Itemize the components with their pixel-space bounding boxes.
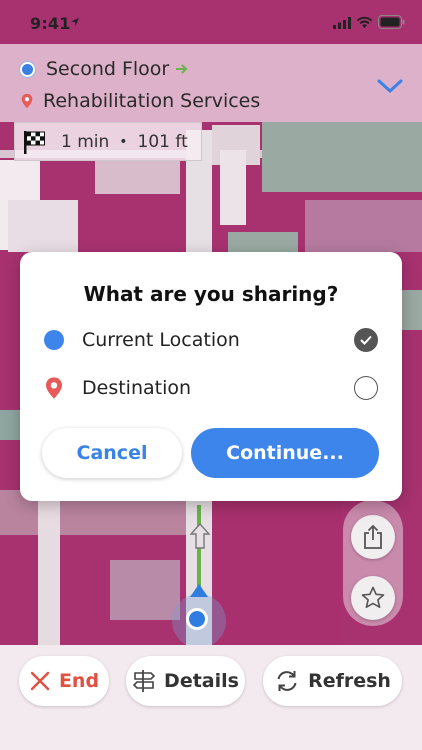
destination-pin-icon [46,377,62,399]
current-location-icon [44,330,64,350]
map-room [305,200,422,252]
refresh-icon [277,671,297,691]
cellular-signal-icon [333,17,351,29]
signpost-icon [132,670,156,692]
map-room [0,410,20,440]
map-room [212,500,342,650]
end-label: End [58,670,100,692]
option-destination[interactable]: Destination [44,372,378,404]
refresh-button[interactable]: Refresh [263,656,402,706]
status-bar: 9:41 [0,0,422,44]
map-room [110,560,180,620]
chevron-down-icon[interactable] [376,76,404,96]
status-time: 9:41 [30,14,71,33]
cancel-button[interactable]: Cancel [42,428,182,478]
current-location-dot [186,608,208,630]
close-icon [30,671,50,691]
destination-pin-icon [21,93,33,109]
details-button[interactable]: Details [126,656,245,706]
option-label: Current Location [82,329,240,351]
share-dialog: What are you sharing? Current Location D… [20,252,402,501]
map-room [402,290,422,330]
route-header[interactable]: Second Floor Rehabilitation Services [0,44,422,122]
floor-label: Second Floor [46,58,170,80]
battery-icon [378,15,405,29]
continue-button[interactable]: Continue... [191,428,379,478]
share-icon [364,524,382,549]
destination-row[interactable]: Rehabilitation Services [20,87,260,115]
end-button[interactable]: End [19,656,109,706]
eta-separator: • [119,133,128,150]
route-direction-arrow-icon [189,522,211,549]
wifi-icon [356,16,373,28]
details-label: Details [164,670,239,692]
checkered-flag-icon [24,130,45,154]
eta-distance: 101 ft [137,131,188,152]
share-button[interactable] [351,515,395,559]
option-current-location[interactable]: Current Location [44,324,378,356]
destination-label: Rehabilitation Services [43,90,261,112]
empty-radio-icon[interactable] [354,376,378,400]
map-room [8,200,78,252]
heading-indicator-icon [190,584,208,597]
map-room [228,232,298,252]
floor-row[interactable]: Second Floor [20,55,189,83]
star-icon [361,586,385,608]
favorite-button[interactable] [351,576,395,620]
checkmark-radio-icon[interactable] [354,328,378,352]
floor-indicator-icon [20,61,35,77]
dialog-title: What are you sharing? [83,282,339,306]
option-label: Destination [82,377,192,399]
location-arrow-icon [71,18,79,26]
eta-badge: 1 min • 101 ft [14,122,202,161]
eta-time: 1 min [61,131,110,152]
map-room [38,500,60,650]
map-room [220,150,246,225]
refresh-label: Refresh [308,670,391,692]
map-room [95,160,180,194]
map-room [262,122,422,192]
arrow-right-icon [176,64,188,74]
